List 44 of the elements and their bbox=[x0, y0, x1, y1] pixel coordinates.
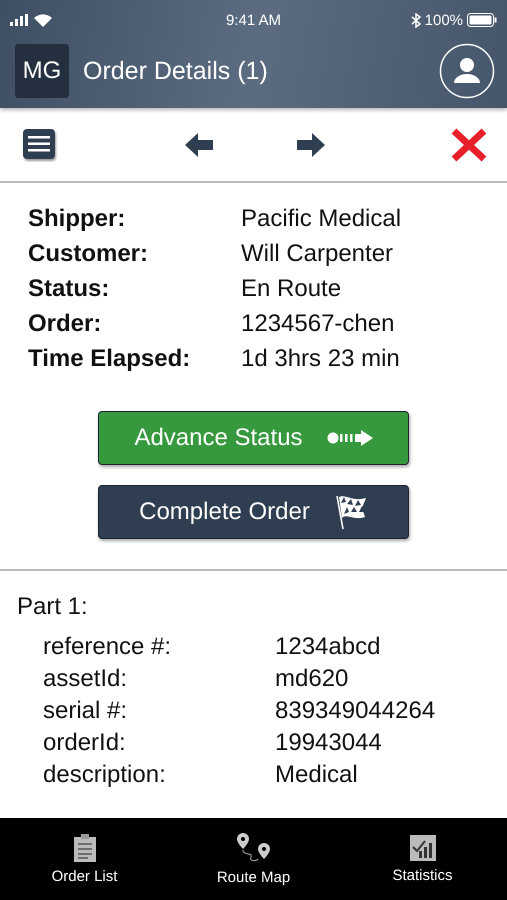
battery-percent: 100% bbox=[424, 12, 464, 28]
field-label: serial #: bbox=[43, 697, 128, 725]
app-badge: MG bbox=[15, 44, 69, 98]
tab-bar-item[interactable]: Statistics bbox=[338, 818, 507, 900]
field-label: Time Elapsed: bbox=[28, 345, 192, 373]
field-label: reference #: bbox=[43, 633, 172, 661]
forward-arrow-icon[interactable] bbox=[296, 132, 324, 156]
field-label: Status: bbox=[28, 275, 110, 303]
field-value: 839349044264 bbox=[275, 697, 436, 725]
field-label: Customer: bbox=[28, 240, 150, 268]
clipboard-icon bbox=[72, 834, 96, 862]
back-arrow-icon[interactable] bbox=[184, 132, 212, 156]
field-label: Order: bbox=[28, 310, 102, 338]
checkered-flag-icon bbox=[334, 494, 368, 530]
field-label: orderId: bbox=[43, 729, 127, 757]
advance-status-button[interactable]: Advance Status bbox=[98, 411, 409, 465]
field-label: Shipper: bbox=[28, 205, 126, 233]
clock: 9:41 AM bbox=[226, 12, 282, 28]
tab-bar-item[interactable]: Order List bbox=[0, 818, 169, 900]
complete-order-button[interactable]: Complete Order bbox=[98, 485, 409, 539]
menu-icon[interactable] bbox=[22, 128, 58, 162]
battery-icon bbox=[467, 13, 498, 27]
tab-bar-item[interactable]: Route Map bbox=[169, 818, 338, 900]
field-value: 19943044 bbox=[275, 729, 383, 757]
screen-title: Order Details (1) bbox=[83, 56, 269, 86]
field-value: Medical bbox=[275, 761, 359, 789]
field-value: En Route bbox=[241, 275, 342, 303]
field-value: 1234abcd bbox=[275, 633, 382, 661]
profile-icon[interactable] bbox=[439, 43, 495, 99]
field-value: 1d 3hrs 23 min bbox=[241, 345, 401, 373]
route-pins-icon bbox=[236, 832, 272, 862]
wifi-icon bbox=[34, 14, 52, 26]
part-title: Part 1: bbox=[17, 593, 89, 621]
signal-icon bbox=[10, 14, 30, 26]
bluetooth-icon bbox=[410, 12, 421, 28]
field-label: description: bbox=[43, 761, 167, 789]
field-label: assetId: bbox=[43, 665, 128, 693]
field-value: Pacific Medical bbox=[241, 205, 402, 233]
field-value: md620 bbox=[275, 665, 350, 693]
progress-arrow-icon bbox=[326, 430, 373, 446]
close-icon[interactable] bbox=[451, 128, 487, 162]
field-value: Will Carpenter bbox=[241, 240, 394, 268]
field-value: 1234567-chen bbox=[241, 310, 396, 338]
chart-icon bbox=[410, 834, 436, 860]
